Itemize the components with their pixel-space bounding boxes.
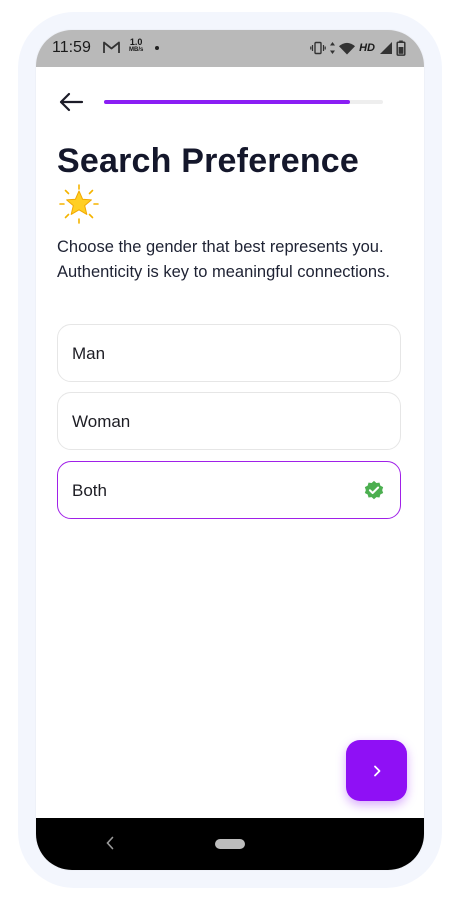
nav-home-pill[interactable] — [215, 839, 245, 849]
network-speed-unit: MB/s — [129, 47, 144, 53]
gmail-icon — [103, 41, 120, 53]
vibrate-icon — [310, 41, 326, 55]
option-label: Man — [72, 344, 106, 363]
progress-bar-fill — [104, 100, 350, 104]
page-description: Choose the gender that best represents y… — [57, 238, 390, 281]
notification-dot — [155, 46, 159, 50]
progress-bar — [104, 100, 383, 104]
status-bar: 11:59 1.0 MB/s HD — [36, 30, 424, 67]
battery-icon — [396, 40, 406, 56]
status-time: 11:59 — [52, 39, 91, 56]
option-label: Woman — [72, 412, 131, 431]
network-type: HD — [359, 42, 375, 54]
signal-icon — [380, 42, 392, 54]
page-title: Search Preference — [57, 142, 360, 180]
phone-screen: 11:59 1.0 MB/s HD Search Preference Choo… — [36, 30, 424, 870]
system-nav-bar — [36, 818, 424, 870]
nav-back-icon[interactable] — [106, 836, 114, 850]
arrow-left-icon[interactable] — [58, 92, 84, 112]
wifi-icon — [339, 42, 356, 54]
verified-check-icon — [364, 480, 384, 500]
option-both[interactable]: Both — [57, 461, 401, 519]
option-label: Both — [72, 481, 107, 500]
data-arrows-icon — [330, 42, 336, 54]
next-button[interactable] — [346, 740, 407, 801]
status-icons: HD — [310, 40, 406, 56]
network-speed: 1.0 MB/s — [129, 38, 143, 54]
star-icon — [59, 184, 99, 224]
network-speed-value: 1.0 — [129, 37, 143, 47]
option-woman[interactable]: Woman — [57, 392, 401, 450]
chevron-right-icon — [373, 765, 380, 776]
option-man[interactable]: Man — [57, 324, 401, 382]
